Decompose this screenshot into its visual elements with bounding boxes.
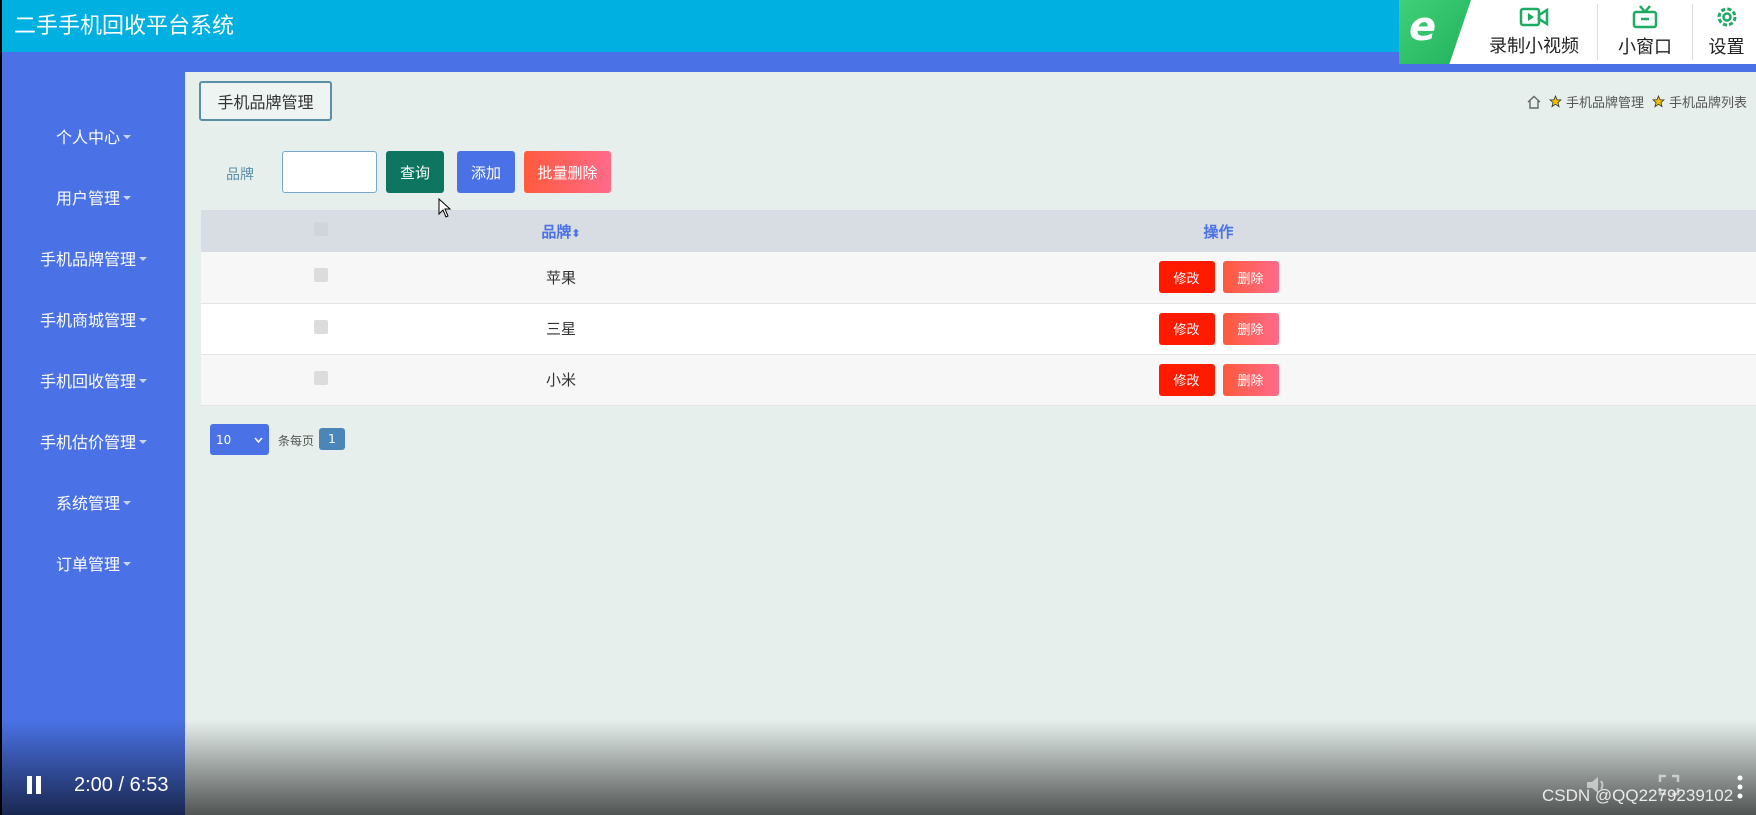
video-camera-icon (1519, 7, 1549, 27)
edit-button[interactable]: 修改 (1158, 312, 1215, 345)
sidebar-item-label: 用户管理 (55, 189, 120, 208)
record-video-button[interactable]: 录制小视频 (1471, 0, 1597, 64)
browser-video-toolbar: e 录制小视频 小窗口 设置 (1399, 0, 1756, 64)
row-checkbox[interactable] (314, 319, 328, 334)
record-video-label: 录制小视频 (1489, 36, 1579, 57)
app-title: 二手手机回收平台系统 (14, 14, 235, 39)
query-button[interactable]: 查询 (386, 151, 444, 193)
settings-label: 设置 (1708, 37, 1745, 58)
sidebar-item-users[interactable]: 用户管理 (2, 177, 185, 217)
sidebar-item-phone-recycle[interactable]: 手机回收管理 (2, 360, 185, 400)
breadcrumb-item: 手机品牌列表 (1668, 96, 1747, 111)
sidebar-item-label: 手机商城管理 (39, 311, 136, 330)
sidebar-item-label: 订单管理 (55, 555, 120, 574)
mouse-cursor-icon (438, 198, 452, 218)
sidebar-item-orders[interactable]: 订单管理 (2, 543, 185, 583)
delete-button[interactable]: 删除 (1222, 312, 1279, 345)
tv-icon (1632, 5, 1658, 29)
chevron-down-icon (123, 196, 131, 200)
sidebar-item-label: 手机品牌管理 (39, 250, 136, 269)
edit-button[interactable]: 修改 (1158, 261, 1215, 294)
sidebar-item-phone-valuation[interactable]: 手机估价管理 (2, 421, 185, 461)
sidebar-item-personal-center[interactable]: 个人中心 (2, 116, 185, 156)
delete-button[interactable]: 删除 (1222, 261, 1279, 294)
page-size-select[interactable]: 10 (210, 424, 269, 455)
video-timecode: 2:00 / 6:53 (74, 774, 169, 796)
tab-phone-brand-management[interactable]: 手机品牌管理 (199, 81, 332, 121)
pause-icon[interactable] (27, 776, 43, 794)
edit-button[interactable]: 修改 (1158, 363, 1215, 396)
chevron-down-icon (123, 501, 131, 505)
csdn-watermark: CSDN @QQ2279239102 (1542, 786, 1734, 805)
chevron-down-icon (139, 257, 147, 261)
chevron-down-icon (139, 440, 147, 444)
mini-window-label: 小窗口 (1618, 37, 1672, 58)
brand-cell: 苹果 (545, 268, 576, 287)
breadcrumb-item[interactable]: 手机品牌管理 (1566, 92, 1644, 111)
per-page-label: 条每页 (278, 434, 315, 448)
row-checkbox[interactable] (314, 370, 328, 385)
brand-column-header[interactable]: 品牌⬍ (441, 210, 681, 252)
overlay-divider (1692, 4, 1693, 60)
chevron-down-icon (139, 379, 147, 383)
sort-icon[interactable]: ⬍ (571, 227, 580, 240)
page-size-value: 10 (216, 432, 232, 447)
home-icon[interactable] (1527, 95, 1541, 109)
table-header-row: 品牌⬍ 操作 (201, 210, 1756, 252)
browser-logo-icon: e (1399, 0, 1471, 64)
page-number-button[interactable]: 1 (319, 428, 345, 450)
star-icon (1652, 95, 1665, 108)
table-row: 小米 修改 删除 (201, 354, 1756, 405)
add-button[interactable]: 添加 (457, 151, 515, 193)
sidebar-item-phone-mall[interactable]: 手机商城管理 (2, 299, 185, 339)
sidebar-item-label: 系统管理 (55, 494, 120, 513)
star-icon (1549, 95, 1562, 108)
chevron-down-icon (123, 135, 131, 139)
brand-table: 品牌⬍ 操作 苹果 修改 删除 三星 修改 删除 小米 修改 删除 (201, 210, 1756, 406)
delete-button[interactable]: 删除 (1222, 363, 1279, 396)
video-control-bar (0, 720, 1756, 815)
sidebar-item-system[interactable]: 系统管理 (2, 482, 185, 522)
select-all-checkbox[interactable] (314, 222, 328, 236)
sidebar: 个人中心 用户管理 手机品牌管理 手机商城管理 手机回收管理 手机估价管理 系统… (2, 72, 185, 815)
app-window: 二手手机回收平台系统 e 录制小视频 小窗口 设置 个人中心 用户管理 手机品牌… (2, 0, 1756, 815)
table-row: 三星 修改 删除 (201, 303, 1756, 354)
chevron-down-icon (254, 437, 263, 443)
sidebar-item-phone-brands[interactable]: 手机品牌管理 (2, 238, 185, 278)
brand-cell: 小米 (545, 371, 576, 389)
chevron-down-icon (139, 318, 147, 322)
batch-delete-button[interactable]: 批量删除 (524, 151, 611, 193)
mini-window-button[interactable]: 小窗口 (1598, 0, 1692, 64)
gear-icon (1717, 7, 1736, 27)
sidebar-item-label: 手机估价管理 (39, 433, 136, 452)
select-all-cell (201, 210, 441, 252)
brand-cell: 三星 (545, 320, 576, 338)
brand-column-label: 品牌 (541, 222, 572, 241)
sidebar-item-label: 手机回收管理 (39, 372, 136, 391)
settings-button[interactable]: 设置 (1697, 0, 1756, 64)
chevron-down-icon (123, 562, 131, 566)
table-row: 苹果 修改 删除 (201, 252, 1756, 303)
brand-search-input[interactable] (282, 151, 377, 193)
brand-search-label: 品牌 (226, 167, 254, 183)
more-options-icon[interactable] (1736, 774, 1744, 800)
operation-column-header: 操作 (1203, 222, 1234, 241)
sidebar-item-label: 个人中心 (55, 128, 120, 147)
breadcrumb: 手机品牌管理 手机品牌列表 (1527, 92, 1747, 111)
row-checkbox[interactable] (314, 268, 328, 283)
